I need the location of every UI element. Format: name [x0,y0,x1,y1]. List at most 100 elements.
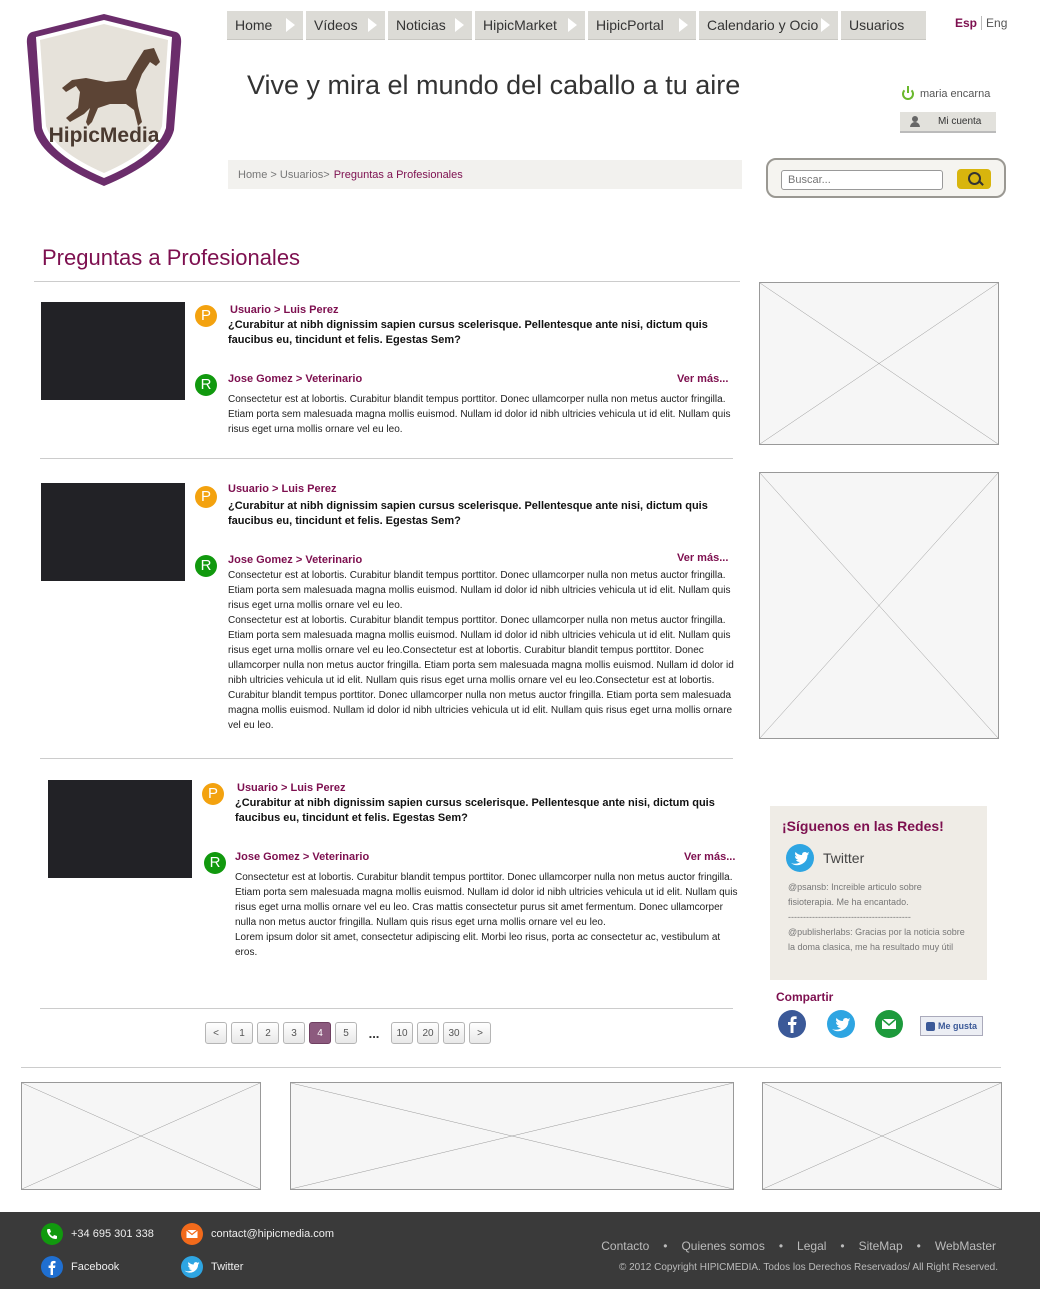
nav-label: Calendario y Ocio [707,17,819,33]
nav-item-calendario[interactable]: Calendario y Ocio [699,11,838,40]
page-button[interactable]: 30 [443,1022,465,1044]
footer-links: Contacto • Quienes somos • Legal • SiteM… [601,1239,996,1253]
like-label: Me gusta [938,1021,978,1031]
question-text: ¿Curabitur at nibh dignissim sapien curs… [228,500,708,527]
footer-bullet: • [840,1239,845,1253]
see-more-link[interactable]: Ver más... [677,373,728,385]
answer-badge: R [195,374,217,396]
answer-text: Consectetur est at lobortis. Curabitur b… [235,872,738,958]
footer: +34 695 301 338 contact@hipicmedia.com F… [0,1212,1040,1289]
page-ellipsis: ... [368,1025,380,1041]
chevron-right-icon [286,18,295,32]
tagline: Vive y mira el mundo del caballo a tu ai… [247,70,741,100]
page-button[interactable]: 20 [417,1022,439,1044]
prev-page-button[interactable]: < [205,1022,227,1044]
my-account-button[interactable]: Mi cuenta [900,112,996,133]
nav-label: HipicPortal [596,17,664,33]
user-name: maria encarna [920,88,991,100]
lang-es[interactable]: Esp [955,16,977,30]
logo-text: HipicMedia [49,124,160,147]
divider [21,1067,1001,1068]
user-status: maria encarna [902,86,991,100]
nav-item-videos[interactable]: Vídeos [306,11,385,40]
nav-item-home[interactable]: Home [227,11,303,40]
page-button-active[interactable]: 4 [309,1022,331,1044]
answerer[interactable]: Jose Gomez > Veterinario [235,851,369,863]
next-page-button[interactable]: > [469,1022,491,1044]
see-more-link[interactable]: Ver más... [677,552,728,564]
footer-link-webmaster[interactable]: WebMaster [935,1239,996,1253]
twitter-icon[interactable] [786,844,814,872]
footer-email[interactable]: contact@hipicmedia.com [211,1228,334,1240]
search-button[interactable] [957,169,991,189]
footer-link-legal[interactable]: Legal [797,1239,826,1253]
banner-placeholder[interactable] [21,1082,261,1190]
footer-link-contacto[interactable]: Contacto [601,1239,649,1253]
page-button[interactable]: 10 [391,1022,413,1044]
tweet: @psansb: Increible articulo sobre fisiot… [788,882,922,907]
see-more-link[interactable]: Ver más... [684,851,735,863]
facebook-share-icon[interactable] [778,1010,806,1038]
social-panel: ¡Síguenos en las Redes! Twitter @psansb:… [770,806,987,980]
page-button[interactable]: 1 [231,1022,253,1044]
language-switcher: Esp Eng [955,16,1007,30]
main-nav: Home Vídeos Noticias HipicMarket HipicPo… [227,11,926,40]
share-title: Compartir [776,990,834,1004]
footer-link-sitemap[interactable]: SiteMap [859,1239,903,1253]
thumbs-up-icon [926,1021,935,1031]
question-text: ¿Curabitur at nibh dignissim sapien curs… [228,319,708,346]
ad-placeholder[interactable] [759,282,999,445]
question-thumbnail[interactable] [48,780,192,878]
ad-placeholder[interactable] [759,472,999,739]
footer-bullet: • [663,1239,668,1253]
facebook-icon [41,1256,63,1278]
nav-item-noticias[interactable]: Noticias [388,11,472,40]
nav-label: Usuarios [849,17,905,33]
divider [40,1008,733,1009]
footer-bullet: • [778,1239,784,1253]
question-text: ¿Curabitur at nibh dignissim sapien curs… [235,797,715,824]
power-icon[interactable] [902,86,914,100]
banner-placeholder[interactable] [762,1082,1002,1190]
chevron-right-icon [679,18,688,32]
breadcrumb-current: Preguntas a Profesionales [333,168,463,181]
breadcrumb-path[interactable]: Home > Usuarios> [238,169,330,181]
twitter-share-icon[interactable] [827,1010,855,1038]
banner-placeholder[interactable] [290,1082,734,1190]
chevron-right-icon [455,18,464,32]
nav-item-usuarios[interactable]: Usuarios [841,11,926,40]
page-button[interactable]: 5 [335,1022,357,1044]
question-asker[interactable]: Usuario > Luis Perez [228,483,337,495]
footer-copyright: © 2012 Copyright HIPICMEDIA. Todos los D… [618,1262,998,1273]
twitter-label[interactable]: Twitter [823,850,864,866]
answer-badge: R [195,555,217,577]
hipicmedia-logo[interactable]: HipicMedia [26,10,182,190]
nav-item-hipicportal[interactable]: HipicPortal [588,11,696,40]
user-icon [910,116,920,127]
question-asker[interactable]: Usuario > Luis Perez [230,304,339,316]
footer-facebook-link[interactable]: Facebook [71,1261,119,1273]
footer-twitter-link[interactable]: Twitter [211,1261,243,1273]
nav-item-hipicmarket[interactable]: HipicMarket [475,11,585,40]
footer-link-quienes-somos[interactable]: Quienes somos [681,1239,764,1253]
page-button[interactable]: 2 [257,1022,279,1044]
email-icon [181,1223,203,1245]
search-box [766,158,1006,198]
tweet: @publisherlabs: Gracias por la noticia s… [788,927,965,952]
question-thumbnail[interactable] [41,483,185,581]
answer-text: Consectetur est at lobortis. Curabitur b… [228,570,734,731]
search-input[interactable] [781,170,943,190]
divider [40,458,733,459]
answerer[interactable]: Jose Gomez > Veterinario [228,373,362,385]
question-thumbnail[interactable] [41,302,185,400]
answer-badge: R [204,852,226,874]
answerer[interactable]: Jose Gomez > Veterinario [228,554,362,566]
footer-phone[interactable]: +34 695 301 338 [71,1228,154,1240]
nav-label: Noticias [396,17,446,33]
like-button[interactable]: Me gusta [920,1016,983,1036]
lang-en[interactable]: Eng [986,16,1007,30]
email-share-icon[interactable] [875,1010,903,1038]
question-asker[interactable]: Usuario > Luis Perez [237,782,346,794]
breadcrumb: Home > Usuarios> Preguntas a Profesional… [228,160,742,189]
page-button[interactable]: 3 [283,1022,305,1044]
